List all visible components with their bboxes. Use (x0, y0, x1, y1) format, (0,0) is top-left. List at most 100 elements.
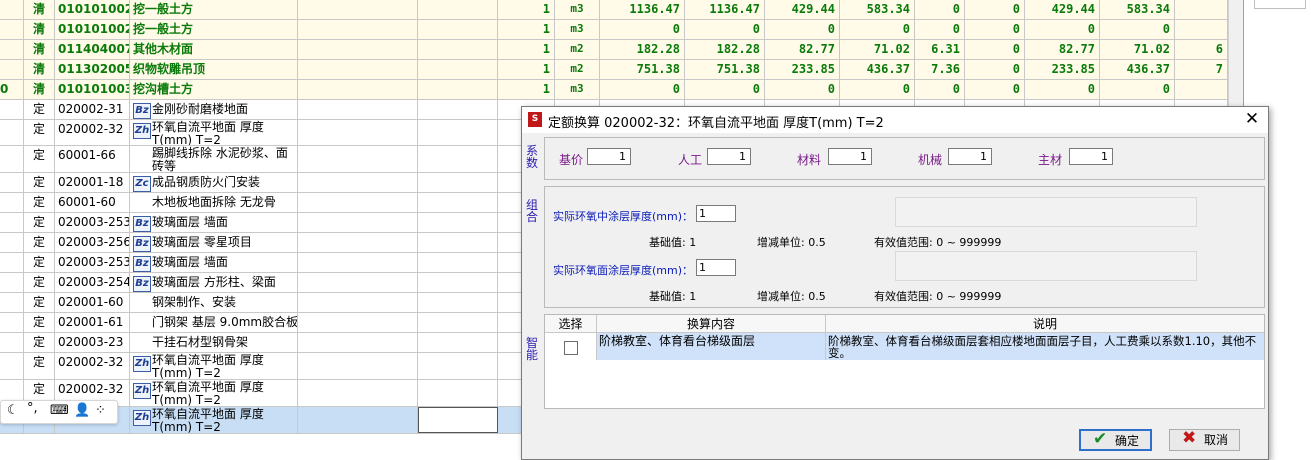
table-row[interactable]: 清011302005001织物软雕吊顶1m2751.38751.38233.85… (0, 60, 1243, 80)
cell-type[interactable]: 清 (24, 40, 55, 59)
cell-type[interactable]: 定 (24, 173, 55, 192)
right-panel-input[interactable] (1254, 0, 1306, 9)
cell-e1[interactable] (298, 0, 418, 19)
cell-code[interactable]: 020001-61 (55, 313, 130, 332)
cell-e1[interactable] (298, 380, 418, 406)
cell-type[interactable]: 定 (24, 273, 55, 292)
cell-code[interactable]: 60001-60 (55, 193, 130, 212)
cell-lead[interactable] (0, 146, 24, 172)
cell-e1[interactable] (298, 146, 418, 172)
cell-code[interactable]: 020002-31 (55, 100, 130, 119)
close-icon[interactable]: ✕ (1242, 109, 1262, 129)
grid-icon[interactable]: ⁘ (95, 403, 106, 418)
cell-e2[interactable] (418, 20, 498, 39)
cell-code[interactable]: 011404007001 (55, 40, 130, 59)
cell-v2[interactable]: 0 (685, 20, 765, 39)
cell-v8[interactable]: 583.34 (1100, 0, 1175, 19)
cell-e1[interactable] (298, 60, 418, 79)
cell-name[interactable]: 环氧自流平地面 厚度T(mm) T=2 (130, 380, 298, 406)
cell-code[interactable]: 020003-256 (55, 233, 130, 252)
table-row[interactable]: 清010101002002挖一般土方1m31136.471136.47429.4… (0, 0, 1243, 20)
cell-e1[interactable] (298, 233, 418, 252)
moon-icon[interactable]: ☾ (7, 403, 19, 418)
cell-v4[interactable]: 71.02 (840, 40, 915, 59)
cell-type[interactable]: 定 (24, 233, 55, 252)
cell-e1[interactable] (298, 273, 418, 292)
cell-lead[interactable] (0, 333, 24, 352)
cell-name[interactable]: 门钢架 基层 9.0mm胶合板 (130, 313, 298, 332)
cell-unit[interactable]: m3 (555, 20, 600, 39)
cell-e2[interactable] (418, 313, 498, 332)
cell-name[interactable]: 钢架制作、安装 (130, 293, 298, 312)
cell-lead[interactable] (0, 313, 24, 332)
cell-lead[interactable] (0, 353, 24, 379)
cell-e2[interactable] (418, 213, 498, 232)
cell-name[interactable]: 挖一般土方 (130, 0, 298, 19)
cell-v6[interactable]: 0 (965, 60, 1025, 79)
cancel-button[interactable]: ✖ 取消 (1169, 428, 1240, 451)
cell-qty[interactable]: 1 (498, 80, 555, 99)
content-cell[interactable]: 阶梯教室、体育看台梯级面层 (597, 333, 826, 360)
cell-name[interactable]: 挖一般土方 (130, 20, 298, 39)
cell-type[interactable]: 定 (24, 146, 55, 172)
cell-v6[interactable]: 0 (965, 0, 1025, 19)
cell-v7[interactable]: 0 (1025, 20, 1100, 39)
cell-type[interactable]: 定 (24, 193, 55, 212)
cell-e2[interactable] (418, 60, 498, 79)
cell-e1[interactable] (298, 293, 418, 312)
cell-v5[interactable]: 0 (915, 20, 965, 39)
cell-v3[interactable]: 0 (765, 80, 840, 99)
cell-v9[interactable]: 6 (1175, 40, 1228, 59)
cell-code[interactable]: 010101003003 (55, 80, 130, 99)
cell-code[interactable]: 020002-32 (55, 120, 130, 145)
cell-v6[interactable]: 0 (965, 40, 1025, 59)
keyboard-icon[interactable]: ⌨ (50, 403, 69, 418)
cell-unit[interactable]: m3 (555, 80, 600, 99)
cell-name[interactable]: 环氧自流平地面 厚度T(mm) T=2 (130, 353, 298, 379)
coef-input-main-material[interactable]: 1 (1069, 148, 1113, 165)
cell-v1[interactable]: 182.28 (600, 40, 685, 59)
cell-unit[interactable]: m2 (555, 60, 600, 79)
cell-v3[interactable]: 82.77 (765, 40, 840, 59)
cell-name[interactable]: 环氧自流平地面 厚度T(mm) T=2 (130, 120, 298, 145)
cell-e2[interactable] (418, 380, 498, 406)
cell-v3[interactable]: 0 (765, 20, 840, 39)
cell-editor[interactable] (418, 407, 498, 433)
cell-e2[interactable] (418, 353, 498, 379)
table-row[interactable]: 清010101002003挖一般土方1m300000000 (0, 20, 1243, 40)
table-row[interactable]: 0清010101003003挖沟槽土方1m300000000 (0, 80, 1243, 100)
cell-type[interactable]: 定 (24, 293, 55, 312)
cell-e2[interactable] (418, 100, 498, 119)
cell-code[interactable]: 020002-32 (55, 353, 130, 379)
cell-qty[interactable]: 1 (498, 60, 555, 79)
cell-v5[interactable]: 6.31 (915, 40, 965, 59)
cell-v1[interactable]: 1136.47 (600, 0, 685, 19)
cell-v2[interactable]: 1136.47 (685, 0, 765, 19)
user-icon[interactable]: 👤 (74, 403, 90, 418)
cell-v8[interactable]: 436.37 (1100, 60, 1175, 79)
cell-name[interactable]: 其他木材面 (130, 40, 298, 59)
cell-qty[interactable]: 1 (498, 0, 555, 19)
cell-e1[interactable] (298, 80, 418, 99)
cell-lead[interactable] (0, 293, 24, 312)
cell-v6[interactable]: 0 (965, 80, 1025, 99)
cell-lead[interactable] (0, 100, 24, 119)
cell-code[interactable]: 020003-253 (55, 253, 130, 272)
cell-e2[interactable] (418, 120, 498, 145)
cell-type[interactable]: 清 (24, 80, 55, 99)
cell-v8[interactable]: 0 (1100, 80, 1175, 99)
description-cell[interactable]: 阶梯教室、体育看台梯级面层套相应楼地面面层子目，人工费乘以系数1.10，其他不变… (826, 333, 1264, 360)
cell-v8[interactable]: 71.02 (1100, 40, 1175, 59)
cell-name[interactable]: 环氧自流平地面 厚度T(mm) T=2 (130, 407, 298, 433)
cell-e1[interactable] (298, 193, 418, 212)
cell-lead[interactable] (0, 193, 24, 212)
cell-v7[interactable]: 429.44 (1025, 0, 1100, 19)
cell-type[interactable]: 定 (24, 120, 55, 145)
cell-name[interactable]: 踢脚线拆除 水泥砂浆、面砖等 (130, 146, 298, 172)
cell-v1[interactable]: 0 (600, 80, 685, 99)
cell-lead[interactable] (0, 40, 24, 59)
cell-e2[interactable] (418, 173, 498, 192)
cell-v1[interactable]: 751.38 (600, 60, 685, 79)
cell-e2[interactable] (418, 80, 498, 99)
cell-v8[interactable]: 0 (1100, 20, 1175, 39)
